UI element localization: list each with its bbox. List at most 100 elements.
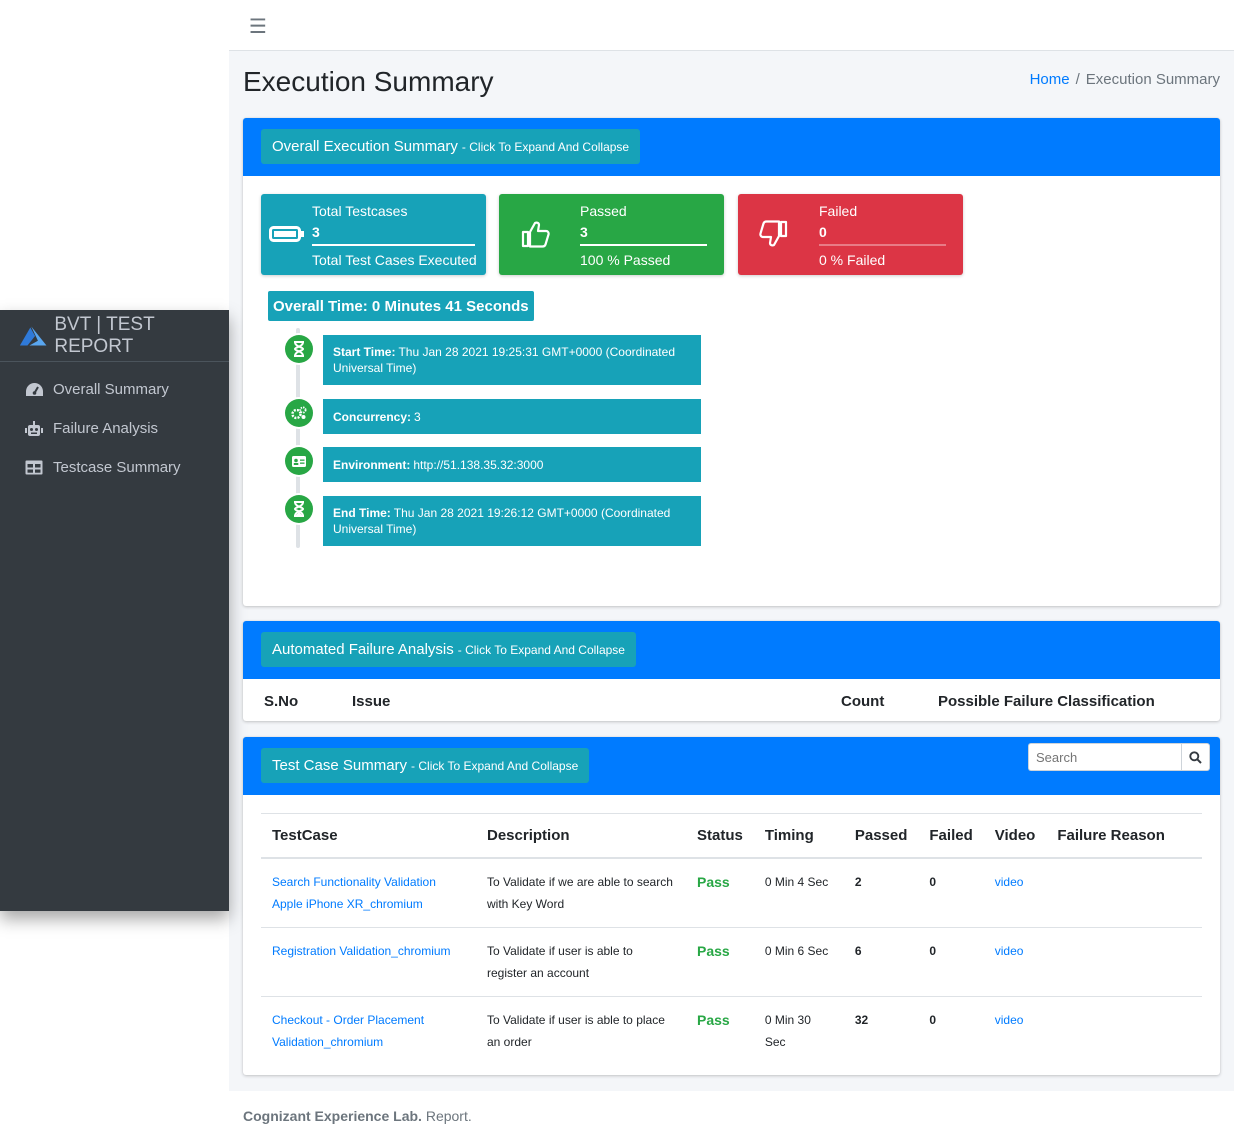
info-box-title: Failed [819,203,858,219]
table-row: Registration Validation_chromium To Vali… [261,927,1202,997]
page-title: Execution Summary [243,66,494,97]
brand-text: BVT | TEST REPORT [54,313,155,357]
timing-cell: 0 Min 4 Sec [753,857,844,928]
testcase-link[interactable]: Registration Validation_chromium [272,944,451,958]
description-cell: To Validate if user is able to place an … [487,1012,665,1049]
passed-box: Passed 3 100 % Passed [499,194,724,275]
toggle-label: Automated Failure Analysis [272,641,454,658]
failed-cell: 0 [918,927,984,997]
info-box-value: 3 [312,224,320,240]
top-navbar: ☰ [229,0,1234,51]
column-header-timing: Timing [753,813,844,859]
failure-analysis-toggle-button[interactable]: Automated Failure Analysis - Click To Exp… [261,632,636,667]
breadcrumb-separator: / [1075,71,1080,88]
failed-cell: 0 [929,1012,937,1027]
column-header-failed: Failed [918,813,984,859]
testcase-table: TestCase Description Status Timing Passe… [261,813,1202,1065]
hourglass-start-icon [285,335,313,363]
table-row: Checkout - Order Placement Validation_ch… [261,996,1202,1065]
sidebar-item-overall-summary[interactable]: Overall Summary [0,370,229,409]
video-link[interactable]: video [995,944,1024,958]
footer-brand: Cognizant Experience Lab. [243,1108,422,1124]
sidebar-item-failure-analysis[interactable]: Failure Analysis [0,409,229,448]
timing-cell: 0 Min 30 Sec [764,1012,811,1049]
concurrency-item: Concurrency: 3 [323,399,701,434]
passed-cell: 2 [843,857,919,928]
cogs-icon [285,399,313,427]
footer: Cognizant Experience Lab. Report. [243,1108,472,1124]
column-header-status: Status [686,813,754,859]
video-link[interactable]: video [995,1013,1024,1027]
failure-reason-cell [1046,996,1202,1065]
bars-icon[interactable]: ☰ [249,14,267,39]
failure-table-header: S.No Issue Count Possible Failure Classi… [243,679,1220,724]
testcase-link[interactable]: Search Functionality Validation Apple iP… [272,875,436,911]
sidebar: BVT | TEST REPORT Overall Summary Failur… [0,310,229,911]
card-header: Automated Failure Analysis - Click To Exp… [243,621,1220,679]
toggle-hint: - Click To Expand And Collapse [411,758,579,773]
info-box-title: Passed [580,203,627,219]
thumbs-up-icon [515,216,555,252]
breadcrumb-home-link[interactable]: Home [1030,71,1070,88]
tachometer-icon [24,381,44,399]
progress-bar [819,244,946,246]
total-testcases-box: Total Testcases 3 Total Test Cases Execu… [261,194,486,275]
failed-box: Failed 0 0 % Failed [738,194,963,275]
end-time-item: End Time: Thu Jan 28 2021 19:26:12 GMT+00… [323,496,701,546]
card-header: Test Case Summary - Click To Expand And C… [243,737,1220,795]
card-header: Overall Execution Summary - Click To Expa… [243,118,1220,176]
status-cell: Pass [686,927,754,997]
timeline-label: Start Time: [333,345,396,359]
toggle-label: Test Case Summary [272,757,408,774]
timeline-label: Concurrency: [333,409,412,424]
overall-summary-toggle-button[interactable]: Overall Execution Summary - Click To Expa… [261,129,641,164]
failure-reason-cell [1046,857,1202,928]
testcase-summary-toggle-button[interactable]: Test Case Summary - Click To Expand And C… [261,748,590,783]
status-cell: Pass [697,1011,730,1028]
table-row: Search Functionality Validation Apple iP… [261,857,1202,928]
search-icon[interactable] [1181,743,1210,771]
search-group [1028,743,1210,771]
breadcrumb: Home / Execution Summary [1030,71,1220,88]
info-box-desc: Total Test Cases Executed [312,252,477,268]
timing-cell: 0 Min 6 Sec [753,927,844,997]
toggle-label: Overall Execution Summary [272,138,458,155]
azure-logo-icon [19,326,47,345]
status-cell: Pass [686,857,754,928]
breadcrumb-current: Execution Summary [1085,71,1220,88]
column-header-passed: Passed [843,813,919,859]
battery-full-icon [267,216,307,252]
thumbs-down-icon [754,216,794,252]
timeline-label: End Time: [333,506,391,520]
environment-item: Environment: http://51.138.35.32:3000 [323,447,701,482]
info-box-title: Total Testcases [312,203,408,219]
progress-bar [580,244,707,246]
testcase-summary-card: Test Case Summary - Click To Expand And C… [243,737,1220,1075]
sidebar-item-label: Testcase Summary [53,459,181,476]
column-header-testcase: TestCase [261,813,476,859]
info-box-desc: 100 % Passed [580,252,671,268]
robot-icon [24,420,44,438]
failure-analysis-card: Automated Failure Analysis - Click To Exp… [243,621,1220,721]
column-header-classification: Possible Failure Classification [938,693,1155,710]
timeline-label: Environment: [333,457,411,472]
table-header-row: TestCase Description Status Timing Passe… [261,813,1202,859]
brand-link[interactable]: BVT | TEST REPORT [0,310,229,362]
sidebar-item-label: Failure Analysis [53,420,159,437]
hourglass-end-icon [285,495,313,523]
sidebar-item-testcase-summary[interactable]: Testcase Summary [0,448,229,487]
passed-cell: 32 [854,1012,869,1027]
description-cell: To Validate if user is able to register … [476,927,686,997]
toggle-hint: - Click To Expand And Collapse [457,642,625,657]
failed-cell: 0 [918,857,984,928]
passed-cell: 6 [843,927,919,997]
info-box-value: 3 [580,224,588,240]
column-header-description: Description [476,813,686,859]
search-input[interactable] [1028,743,1181,771]
sidebar-item-label: Overall Summary [53,381,169,398]
video-link[interactable]: video [995,875,1024,889]
testcase-link[interactable]: Checkout - Order Placement Validation_ch… [272,1013,424,1049]
overall-time-badge: Overall Time: 0 Minutes 41 Seconds [268,291,534,321]
column-header-video: Video [983,813,1047,859]
footer-text: Report. [425,1108,472,1124]
